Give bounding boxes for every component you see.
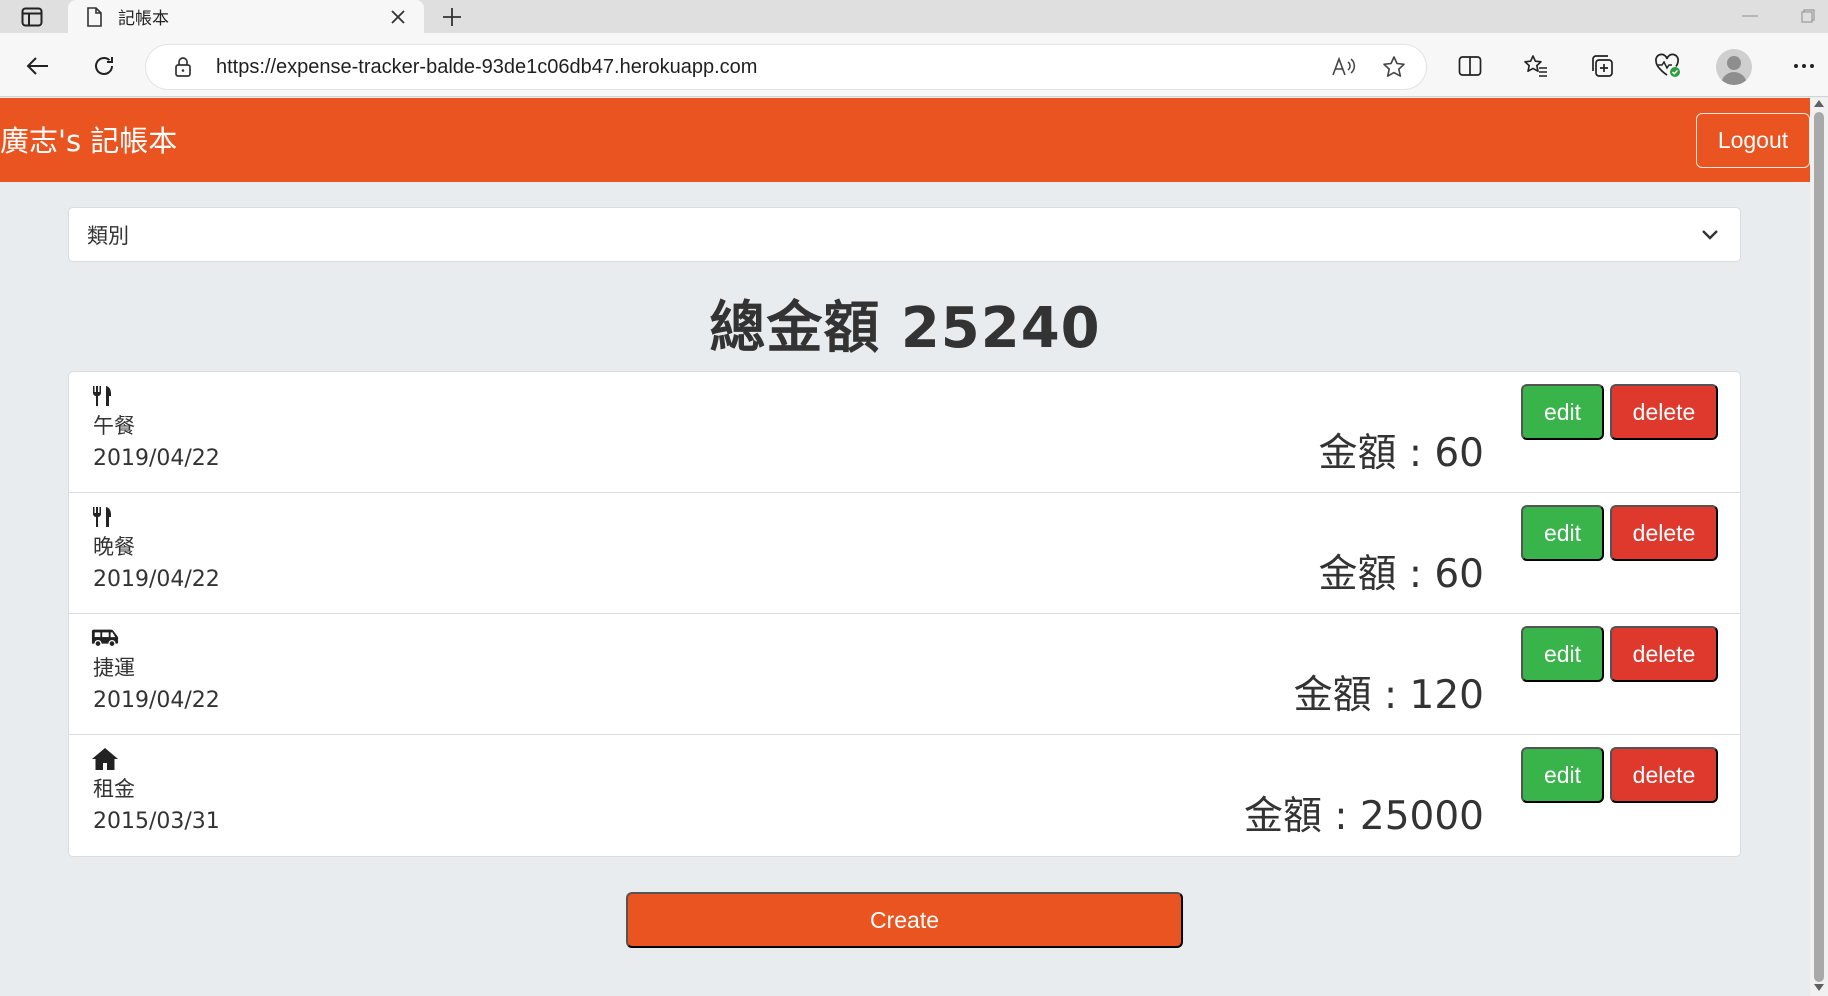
url-text[interactable]: https://expense-tracker-balde-93de1c06db…: [216, 56, 1326, 79]
record-name: 晚餐: [93, 535, 135, 559]
total-amount: 總金額 25240: [709, 296, 1101, 361]
record-amount: 金額 : 25000: [1244, 794, 1484, 839]
close-tab-icon[interactable]: [386, 5, 410, 29]
browser-tab[interactable]: 記帳本: [68, 0, 424, 33]
collections-icon[interactable]: [1584, 48, 1620, 84]
category-select-value: 類別: [87, 223, 129, 248]
avatar-body-icon: [1721, 72, 1747, 85]
reload-icon[interactable]: [86, 48, 122, 84]
record-name: 午餐: [93, 414, 135, 438]
edit-button[interactable]: edit: [1521, 505, 1604, 561]
delete-button[interactable]: delete: [1610, 505, 1718, 561]
edit-button[interactable]: edit: [1521, 384, 1604, 440]
record-list: 午餐 2019/04/22 金額 : 60 edit delete 晚餐 201…: [68, 371, 1741, 857]
utensils-icon: [91, 505, 119, 529]
record-date: 2015/03/31: [93, 809, 220, 834]
logout-button[interactable]: Logout: [1696, 113, 1810, 168]
utensils-icon: [91, 384, 119, 408]
edit-button[interactable]: edit: [1521, 747, 1604, 803]
page-content: 廣志's 記帳本 Logout 類別 總金額 25240 午餐 2019/04/…: [0, 98, 1810, 996]
browser-essentials-icon[interactable]: [1650, 48, 1686, 84]
record-date: 2019/04/22: [93, 688, 220, 713]
lock-icon[interactable]: [168, 52, 198, 82]
edit-button[interactable]: edit: [1521, 626, 1604, 682]
delete-button[interactable]: delete: [1610, 626, 1718, 682]
back-icon[interactable]: [20, 48, 56, 84]
browser-toolbar: https://expense-tracker-balde-93de1c06db…: [0, 33, 1828, 97]
more-menu-icon[interactable]: [1786, 48, 1822, 84]
avatar-head-icon: [1727, 56, 1741, 70]
page-icon: [82, 5, 106, 29]
home-icon: [91, 747, 119, 771]
list-item: 租金 2015/03/31 金額 : 25000 edit delete: [69, 735, 1740, 856]
record-amount: 金額 : 60: [1318, 552, 1484, 597]
create-button[interactable]: Create: [626, 892, 1183, 948]
read-aloud-icon[interactable]: [1326, 49, 1362, 85]
shuttle-van-icon: [91, 626, 119, 650]
favorite-star-icon[interactable]: [1376, 49, 1412, 85]
record-amount: 金額 : 60: [1318, 431, 1484, 476]
record-date: 2019/04/22: [93, 567, 220, 592]
address-bar[interactable]: https://expense-tracker-balde-93de1c06db…: [146, 45, 1426, 89]
list-item: 晚餐 2019/04/22 金額 : 60 edit delete: [69, 493, 1740, 614]
record-name: 捷運: [93, 656, 135, 680]
record-date: 2019/04/22: [93, 446, 220, 471]
browser-tabstrip: 記帳本: [0, 0, 1828, 33]
profile-avatar[interactable]: [1716, 49, 1752, 85]
chevron-down-icon: [1698, 223, 1722, 247]
minimize-icon[interactable]: [1736, 4, 1764, 28]
new-tab-icon[interactable]: [438, 3, 466, 31]
delete-button[interactable]: delete: [1610, 747, 1718, 803]
scrollbar-thumb[interactable]: [1814, 112, 1824, 982]
scroll-down-icon[interactable]: [1814, 984, 1824, 991]
scroll-up-icon[interactable]: [1814, 100, 1824, 107]
category-select[interactable]: 類別: [68, 207, 1741, 262]
navbar: 廣志's 記帳本 Logout: [0, 98, 1810, 182]
split-screen-icon[interactable]: [1452, 48, 1488, 84]
tab-title: 記帳本: [118, 9, 169, 29]
brand-title[interactable]: 廣志's 記帳本: [0, 118, 177, 160]
record-name: 租金: [93, 777, 135, 801]
delete-button[interactable]: delete: [1610, 384, 1718, 440]
list-item: 捷運 2019/04/22 金額 : 120 edit delete: [69, 614, 1740, 735]
record-amount: 金額 : 120: [1293, 673, 1484, 718]
restore-icon[interactable]: [1796, 4, 1820, 28]
favorites-icon[interactable]: [1518, 48, 1554, 84]
list-item: 午餐 2019/04/22 金額 : 60 edit delete: [69, 372, 1740, 493]
tab-actions-icon[interactable]: [18, 5, 46, 29]
page-scrollbar[interactable]: [1810, 98, 1828, 996]
